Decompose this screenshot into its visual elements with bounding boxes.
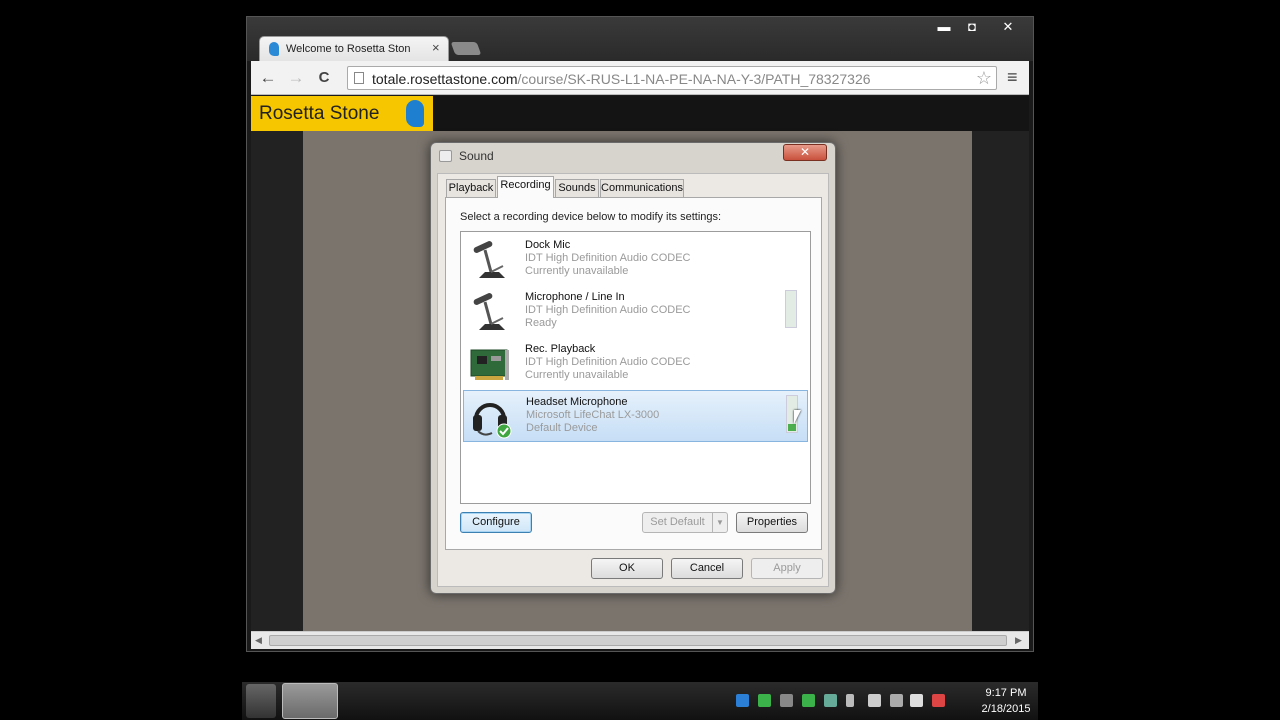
- taskbar: 9:17 PM 2/18/2015: [242, 682, 1038, 720]
- ok-button[interactable]: OK: [591, 558, 663, 579]
- site-header: Rosetta Stone: [251, 96, 1029, 131]
- minimize-button[interactable]: ▬: [931, 17, 957, 37]
- rosetta-favicon-icon: [269, 42, 279, 56]
- maximize-button[interactable]: ◘: [959, 17, 985, 37]
- device-list[interactable]: Dock Mic IDT High Definition Audio CODEC…: [460, 231, 811, 504]
- device-status: Ready: [525, 317, 557, 329]
- tray-device-icon[interactable]: [824, 694, 837, 707]
- sound-dialog: Sound ✕ Playback Recording Sounds Commun…: [430, 142, 836, 594]
- device-rec-playback[interactable]: Rec. Playback IDT High Definition Audio …: [463, 338, 808, 390]
- device-name: Microphone / Line In: [525, 291, 625, 303]
- close-window-button[interactable]: ✕: [993, 17, 1023, 37]
- device-driver: Microsoft LifeChat LX-3000: [526, 409, 660, 421]
- clock-time[interactable]: 9:17 PM: [982, 687, 1030, 699]
- scroll-left-icon[interactable]: ◀: [255, 635, 262, 646]
- device-driver: IDT High Definition Audio CODEC: [525, 356, 691, 368]
- address-bar[interactable]: totale.rosettastone.com/course/SK-RUS-L1…: [347, 66, 997, 90]
- level-meter: [785, 290, 797, 328]
- chevron-down-icon[interactable]: ▼: [712, 513, 727, 532]
- dialog-close-button[interactable]: ✕: [783, 144, 827, 161]
- scroll-right-icon[interactable]: ▶: [1015, 635, 1022, 646]
- tray-action-center-icon[interactable]: [890, 694, 903, 707]
- device-name: Dock Mic: [525, 239, 571, 251]
- tray-app-icon[interactable]: [780, 694, 793, 707]
- instruction-text: Select a recording device below to modif…: [460, 211, 722, 223]
- tab-title: Welcome to Rosetta Ston: [286, 43, 411, 55]
- dialog-body: Playback Recording Sounds Communications…: [437, 173, 829, 587]
- tab-communications[interactable]: Communications: [600, 179, 684, 197]
- device-status: Currently unavailable: [525, 265, 629, 277]
- device-name: Rec. Playback: [525, 343, 596, 355]
- browser-tab[interactable]: Welcome to Rosetta Ston ×: [259, 36, 449, 61]
- set-default-label: Set Default: [650, 516, 705, 528]
- rosetta-stone-logo[interactable]: Rosetta Stone: [251, 96, 433, 131]
- apply-button[interactable]: Apply: [751, 558, 823, 579]
- properties-button[interactable]: Properties: [736, 512, 808, 533]
- browser-toolbar: ← → C totale.rosettastone.com/course/SK-…: [251, 61, 1029, 95]
- mouse-cursor-icon: [794, 410, 801, 424]
- tray-network-icon[interactable]: [736, 694, 749, 707]
- reload-icon[interactable]: C: [313, 67, 335, 89]
- tab-sounds[interactable]: Sounds: [555, 179, 599, 197]
- taskbar-active-app-icon[interactable]: [282, 683, 338, 719]
- bookmark-star-icon[interactable]: ☆: [976, 68, 992, 89]
- recording-panel: Select a recording device below to modif…: [445, 197, 822, 550]
- level-meter-fill: [788, 423, 796, 431]
- logo-text: Rosetta Stone: [259, 103, 380, 124]
- headset-icon: [473, 403, 512, 439]
- device-driver: IDT High Definition Audio CODEC: [525, 252, 691, 264]
- url-host: totale.rosettastone.com: [372, 71, 518, 87]
- forward-arrow-icon[interactable]: →: [285, 67, 307, 89]
- back-arrow-icon[interactable]: ←: [257, 67, 279, 89]
- device-name: Headset Microphone: [526, 396, 628, 408]
- set-default-button[interactable]: Set Default ▼: [642, 512, 728, 533]
- cancel-button[interactable]: Cancel: [671, 558, 743, 579]
- taskbar-app-icon[interactable]: [246, 684, 276, 718]
- clock-date[interactable]: 2/18/2015: [976, 703, 1036, 715]
- browser-titlebar: Welcome to Rosetta Ston × ▬ ◘ ✕: [247, 17, 1033, 61]
- tab-playback[interactable]: Playback: [446, 179, 496, 197]
- horizontal-scrollbar[interactable]: ◀ ▶: [251, 631, 1029, 649]
- microphone-stand-icon: [473, 241, 505, 278]
- rosetta-drop-icon: [406, 100, 424, 127]
- tab-recording[interactable]: Recording: [497, 176, 554, 198]
- page-icon: [354, 72, 364, 84]
- tab-close-icon[interactable]: ×: [432, 40, 440, 55]
- browser-menu-icon[interactable]: ≡: [1007, 67, 1018, 88]
- device-driver: IDT High Definition Audio CODEC: [525, 304, 691, 316]
- tray-sync-icon[interactable]: [802, 694, 815, 707]
- sound-dialog-icon: [439, 150, 452, 162]
- device-status: Default Device: [526, 422, 598, 434]
- url-path: /course/SK-RUS-L1-NA-PE-NA-NA-Y-3/PATH_7…: [517, 71, 871, 87]
- dialog-title: Sound: [459, 149, 494, 163]
- tray-usb-icon[interactable]: [868, 694, 881, 707]
- device-headset-microphone[interactable]: Headset Microphone Microsoft LifeChat LX…: [463, 390, 808, 442]
- microphone-stand-icon: [473, 293, 505, 330]
- scroll-thumb[interactable]: [269, 635, 1007, 646]
- tray-monitor-icon[interactable]: [758, 694, 771, 707]
- device-dock-mic[interactable]: Dock Mic IDT High Definition Audio CODEC…: [463, 234, 808, 286]
- sound-card-icon: [470, 349, 509, 380]
- tray-flag-icon[interactable]: [932, 694, 945, 707]
- device-status: Currently unavailable: [525, 369, 629, 381]
- tray-bluetooth-icon[interactable]: [846, 694, 854, 707]
- url-text: totale.rosettastone.com/course/SK-RUS-L1…: [372, 71, 871, 87]
- tray-volume-icon[interactable]: [910, 694, 923, 707]
- device-microphone-line-in[interactable]: Microphone / Line In IDT High Definition…: [463, 286, 808, 338]
- new-tab-button[interactable]: [450, 42, 482, 55]
- configure-button[interactable]: Configure: [460, 512, 532, 533]
